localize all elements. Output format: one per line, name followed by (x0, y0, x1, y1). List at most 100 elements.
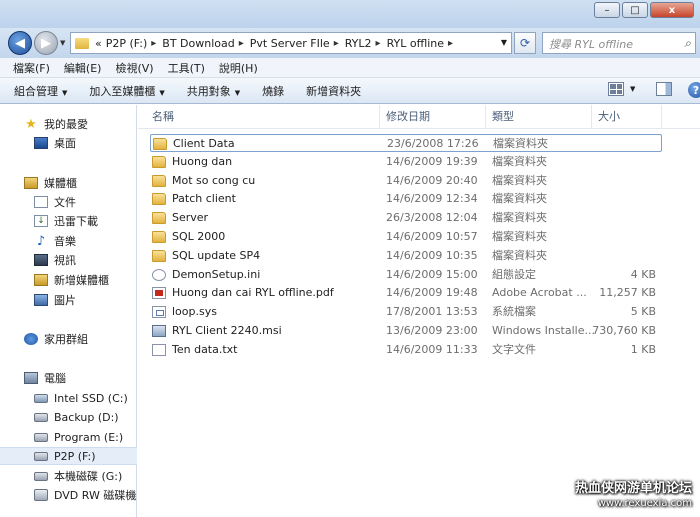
file-date: 17/8/2001 13:53 (386, 305, 478, 319)
menu-file[interactable]: 檔案(F) (6, 60, 57, 76)
burn-button[interactable]: 燒錄 (262, 83, 284, 99)
chevron-right-icon[interactable]: ▸ (448, 38, 453, 49)
file-date: 14/6/2009 12:34 (386, 192, 478, 206)
help-icon: ? (688, 82, 700, 98)
nav-favorites[interactable]: ★ 我的最愛 (0, 115, 137, 133)
folder-icon (152, 155, 166, 168)
nav-label: 音樂 (54, 235, 76, 248)
nav-new-library[interactable]: 新增媒體櫃 (0, 271, 137, 289)
breadcrumb[interactable]: « P2P (F:) ▸ BT Download ▸ Pvt Server FI… (70, 32, 512, 54)
system-file-icon (152, 306, 166, 319)
add-to-library-button[interactable]: 加入至媒體櫃 ▼ (89, 83, 164, 99)
chevron-down-icon[interactable]: ▼ (501, 38, 507, 47)
nav-videos[interactable]: 視訊 (0, 251, 137, 269)
chevron-right-icon[interactable]: ▸ (239, 38, 244, 49)
refresh-button[interactable]: ⟳ (514, 32, 536, 54)
nav-drive-d[interactable]: Backup (D:) (0, 408, 137, 426)
file-name-cell: Patch client (152, 190, 236, 208)
chevron-right-icon[interactable]: ▸ (334, 38, 339, 49)
table-row[interactable]: DemonSetup.ini 14/6/2009 15:00 組態設定 4 KB (150, 266, 662, 284)
new-folder-button[interactable]: 新增資料夾 (306, 83, 361, 99)
file-date: 14/6/2009 10:57 (386, 230, 478, 243)
minimize-button[interactable]: – (594, 2, 620, 18)
file-date: 14/6/2009 15:00 (386, 267, 478, 281)
breadcrumb-item[interactable]: Pvt Server FIle (250, 37, 330, 50)
installer-icon (152, 325, 166, 337)
nav-computer[interactable]: 電腦 (0, 369, 137, 387)
drive-icon (34, 432, 48, 442)
table-row[interactable]: SQL update SP4 14/6/2009 10:35 檔案資料夾 (150, 247, 662, 265)
file-name-cell: Mot so cong cu (152, 172, 255, 190)
file-name-cell: Huong dan (152, 153, 232, 171)
search-icon[interactable]: ⌕ (684, 36, 691, 51)
table-row[interactable]: SQL 2000 14/6/2009 10:57 檔案資料夾 (150, 228, 662, 246)
column-name[interactable]: 名稱 (146, 105, 380, 129)
organize-button[interactable]: 組合管理 ▼ (14, 83, 67, 99)
preview-pane-button[interactable] (656, 82, 672, 96)
file-type: 檔案資料夾 (493, 137, 548, 150)
view-options-button[interactable]: ▼ (608, 82, 635, 96)
drive-icon (34, 412, 48, 422)
command-bar: 組合管理 ▼ 加入至媒體櫃 ▼ 共用對象 ▼ 燒錄 新增資料夾 ▼ ? (0, 78, 700, 104)
table-row[interactable]: Mot so cong cu 14/6/2009 20:40 檔案資料夾 (150, 172, 662, 190)
recent-pages-dropdown[interactable]: ▼ (60, 39, 65, 47)
breadcrumb-item[interactable]: P2P (F:) (106, 37, 148, 50)
column-date[interactable]: 修改日期 (380, 105, 486, 129)
share-button[interactable]: 共用對象 ▼ (187, 83, 240, 99)
table-row[interactable]: Huong dan 14/6/2009 19:39 檔案資料夾 (150, 153, 662, 171)
breadcrumb-prefix[interactable]: « (95, 37, 102, 50)
forward-button[interactable]: ▶ (34, 31, 58, 55)
folder-icon (75, 37, 89, 49)
folder-icon (152, 193, 166, 206)
search-input[interactable]: 搜尋 RYL offline ⌕ (542, 32, 696, 54)
folder-icon (153, 138, 167, 150)
back-button[interactable]: ◀ (8, 31, 32, 55)
close-button[interactable]: x (650, 2, 694, 18)
breadcrumb-item[interactable]: RYL offline (387, 37, 444, 50)
chevron-right-icon[interactable]: ▸ (376, 38, 381, 49)
table-row[interactable]: Ten data.txt 14/6/2009 11:33 文字文件 1 KB (150, 341, 662, 359)
table-row[interactable]: RYL Client 2240.msi 13/6/2009 23:00 Window… (150, 322, 662, 340)
menu-bar: 檔案(F) 編輯(E) 檢視(V) 工具(T) 說明(H) (0, 58, 700, 78)
homegroup-icon (24, 333, 38, 345)
file-name-cell: SQL 2000 (152, 228, 225, 246)
file-name: Mot so cong cu (172, 173, 256, 187)
file-name: RYL Client 2240.msi (172, 324, 282, 337)
nav-homegroup[interactable]: 家用群組 (0, 330, 137, 348)
breadcrumb-item[interactable]: BT Download (162, 37, 234, 50)
help-button[interactable]: ? (688, 82, 700, 98)
video-icon (34, 254, 48, 266)
nav-dvd-drive[interactable]: DVD RW 磁碟機 ( (0, 486, 144, 504)
dvd-drive-icon (34, 489, 48, 501)
table-row[interactable]: Server 26/3/2008 12:04 檔案資料夾 (150, 209, 662, 227)
nav-drive-c[interactable]: Intel SSD (C:) (0, 389, 137, 407)
table-row[interactable]: Patch client 14/6/2009 12:34 檔案資料夾 (150, 190, 662, 208)
nav-drive-g[interactable]: 本機磁碟 (G:) (0, 467, 137, 485)
table-row[interactable]: Huong dan cai RYL offline.pdf 14/6/2009 1… (150, 284, 662, 302)
file-type: 檔案資料夾 (492, 211, 547, 225)
menu-view[interactable]: 檢視(V) (108, 60, 160, 76)
menu-help[interactable]: 說明(H) (212, 60, 265, 76)
chevron-down-icon: ▼ (159, 88, 165, 97)
table-row[interactable]: Client Data 23/6/2008 17:26 檔案資料夾 (150, 134, 662, 152)
column-type[interactable]: 類型 (486, 105, 592, 129)
window-controls: – □ x (592, 2, 694, 18)
column-size[interactable]: 大小 (592, 105, 662, 129)
breadcrumb-item[interactable]: RYL2 (345, 37, 372, 50)
table-row[interactable]: loop.sys 17/8/2001 13:53 系統檔案 5 KB (150, 303, 662, 321)
nav-drive-f[interactable]: P2P (F:) (0, 447, 137, 465)
nav-music[interactable]: ♪ 音樂 (0, 232, 137, 250)
nav-thunder-downloads[interactable]: ↓ 迅雷下載 (0, 212, 137, 230)
nav-documents[interactable]: 文件 (0, 193, 137, 211)
nav-drive-e[interactable]: Program (E:) (0, 428, 137, 446)
menu-edit[interactable]: 編輯(E) (57, 60, 109, 76)
menu-tools[interactable]: 工具(T) (161, 60, 212, 76)
file-type: 文字文件 (492, 342, 536, 356)
nav-desktop[interactable]: 桌面 (0, 134, 137, 152)
folder-icon (152, 174, 166, 187)
nav-label: 家用群組 (44, 333, 88, 346)
chevron-right-icon[interactable]: ▸ (151, 38, 156, 49)
maximize-button[interactable]: □ (622, 2, 648, 18)
nav-pictures[interactable]: 圖片 (0, 291, 137, 309)
nav-libraries[interactable]: 媒體櫃 (0, 174, 137, 192)
